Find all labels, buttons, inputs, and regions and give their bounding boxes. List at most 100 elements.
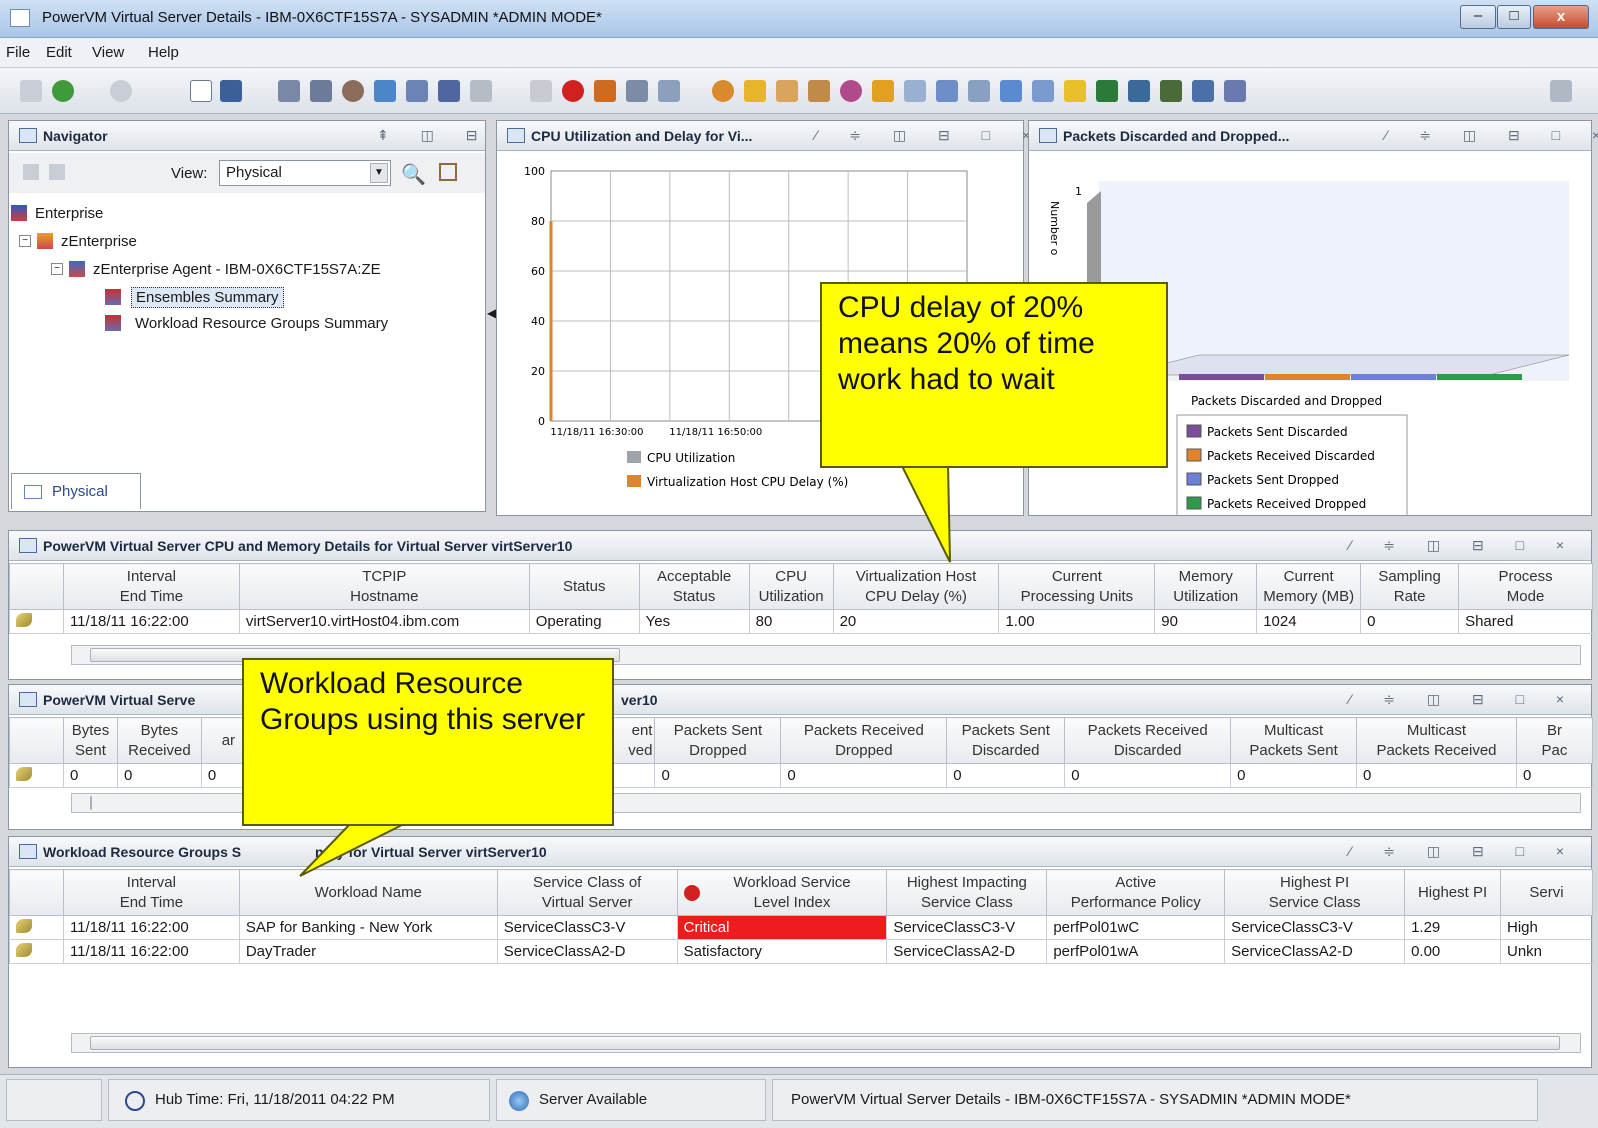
column-header[interactable]: TCPIP Hostname xyxy=(238,563,530,610)
menu-help[interactable]: Help xyxy=(148,44,179,61)
nav-back-icon[interactable] xyxy=(23,164,39,180)
panel-controls[interactable]: ⁄ ≑ ◫ ⊟ □ × xyxy=(1385,127,1598,144)
hierarchy-icon[interactable] xyxy=(1160,80,1182,102)
scroll-thumb[interactable] xyxy=(90,796,92,810)
link-icon[interactable] xyxy=(16,918,32,933)
column-header[interactable]: Highest PI Service Class xyxy=(1224,869,1406,916)
column-header[interactable]: Bytes Sent xyxy=(62,717,118,764)
column-header[interactable]: Workload Name xyxy=(238,869,498,916)
column-header[interactable]: Active Performance Policy xyxy=(1046,869,1226,916)
tree-ensembles-summary[interactable]: Ensembles Summary xyxy=(131,287,284,308)
column-header[interactable]: Current Processing Units xyxy=(998,563,1156,610)
column-header[interactable]: Multicast Packets Received xyxy=(1356,717,1517,764)
situation-icon[interactable] xyxy=(1128,80,1150,102)
column-header[interactable]: Interval End Time xyxy=(62,869,240,916)
alert-icon[interactable] xyxy=(683,884,700,901)
bar-chart-icon[interactable] xyxy=(744,80,766,102)
minimize-button[interactable]: – xyxy=(1460,5,1496,29)
nav-copy-icon[interactable] xyxy=(49,164,65,180)
panel-controls[interactable]: ⁄ ≑ ◫ ⊟ □ × xyxy=(815,127,1044,144)
pause-icon[interactable] xyxy=(530,80,552,102)
column-header[interactable]: Packets Received Discarded xyxy=(1064,717,1232,764)
monitor-icon[interactable] xyxy=(1096,80,1118,102)
workspace-icon[interactable] xyxy=(278,80,300,102)
tree-zenterprise[interactable]: zEnterprise xyxy=(61,233,137,250)
column-header[interactable] xyxy=(9,869,64,916)
column-header[interactable]: Highest Impacting Service Class xyxy=(886,869,1048,916)
column-header[interactable] xyxy=(9,717,64,764)
column-header[interactable]: Packets Received Dropped xyxy=(780,717,948,764)
lightning-icon[interactable] xyxy=(1064,80,1086,102)
column-header[interactable] xyxy=(9,563,64,610)
back-icon[interactable] xyxy=(52,80,74,102)
column-header[interactable]: Highest PI xyxy=(1404,869,1501,916)
column-header[interactable]: Virtualization Host CPU Delay (%) xyxy=(832,563,1000,610)
gauge-icon[interactable] xyxy=(840,80,862,102)
column-header[interactable]: Memory Utilization xyxy=(1154,563,1258,610)
column-header[interactable]: Br Pac xyxy=(1515,717,1594,764)
properties-icon[interactable] xyxy=(342,80,364,102)
column-header[interactable]: Interval End Time xyxy=(62,563,240,610)
topology-icon[interactable] xyxy=(1032,80,1054,102)
stop-icon[interactable] xyxy=(562,80,584,102)
column-header[interactable]: Status xyxy=(528,563,640,610)
column-header[interactable]: Bytes Received xyxy=(116,717,202,764)
restore-icon[interactable] xyxy=(1550,80,1572,102)
chevron-down-icon[interactable]: ▼ xyxy=(370,163,388,183)
link-icon[interactable] xyxy=(16,766,32,781)
tree-workload-resource-groups[interactable]: Workload Resource Groups Summary xyxy=(135,315,388,332)
tool-icon[interactable] xyxy=(658,80,680,102)
view-icon[interactable] xyxy=(374,80,396,102)
new-icon[interactable] xyxy=(190,80,212,102)
tab-physical[interactable]: Physical xyxy=(11,473,141,509)
refresh-icon[interactable] xyxy=(20,80,42,102)
event-icon[interactable] xyxy=(968,80,990,102)
save-icon[interactable] xyxy=(220,80,242,102)
plot-chart-icon[interactable] xyxy=(808,80,830,102)
table-row[interactable]: 11/18/11 16:22:00 virtServer10.virtHost04… xyxy=(9,609,1593,634)
column-header[interactable]: CPU Utilization xyxy=(748,563,834,610)
link-icon[interactable] xyxy=(16,942,32,957)
column-header[interactable]: Sampling Rate xyxy=(1360,563,1460,610)
column-header[interactable]: Service Class of Virtual Server xyxy=(496,869,678,916)
column-header[interactable]: Multicast Packets Sent xyxy=(1230,717,1358,764)
close-button[interactable]: x xyxy=(1533,5,1589,29)
search-icon[interactable]: 🔍 xyxy=(401,162,426,187)
menu-edit[interactable]: Edit xyxy=(46,44,72,61)
area-chart-icon[interactable] xyxy=(776,80,798,102)
collapse-icon[interactable]: − xyxy=(19,235,31,247)
column-header[interactable]: Process Mode xyxy=(1458,563,1593,610)
link-icon[interactable] xyxy=(16,612,32,627)
navigator-controls[interactable]: ⇞ ◫ ⊟ xyxy=(377,127,491,144)
view-select[interactable]: Physical ▼ xyxy=(219,160,391,186)
table-icon[interactable] xyxy=(626,80,648,102)
link-icon[interactable] xyxy=(438,80,460,102)
maximize-button[interactable]: □ xyxy=(1497,5,1531,29)
browser-icon[interactable] xyxy=(904,80,926,102)
column-header[interactable]: Servi xyxy=(1500,869,1593,916)
table-row[interactable]: 11/18/11 16:22:00 DayTrader ServiceClassA2… xyxy=(9,939,1593,964)
column-header[interactable]: Packets Sent Discarded xyxy=(946,717,1066,764)
tree-enterprise[interactable]: Enterprise xyxy=(35,205,103,222)
table-row[interactable]: 11/18/11 16:22:00 SAP for Banking - New Y… xyxy=(9,915,1593,940)
report-icon[interactable] xyxy=(1224,80,1246,102)
splitter-arrow-icon[interactable]: ◀ xyxy=(487,306,496,320)
menu-file[interactable]: File xyxy=(6,44,30,61)
column-header[interactable]: Workload Service Level Index xyxy=(676,869,888,916)
panel-controls[interactable]: ⁄ ≑ ◫ ⊟ □ × xyxy=(1349,537,1578,554)
edit-workspace-icon[interactable] xyxy=(310,80,332,102)
layout-icon[interactable] xyxy=(1192,80,1214,102)
panel-controls[interactable]: ⁄ ≑ ◫ ⊟ □ × xyxy=(1349,691,1578,708)
notepad-icon[interactable] xyxy=(872,80,894,102)
launch-icon[interactable] xyxy=(594,80,616,102)
menu-view[interactable]: View xyxy=(92,44,124,61)
edit-icon[interactable] xyxy=(439,163,457,181)
panel-controls[interactable]: ⁄ ≑ ◫ ⊟ □ × xyxy=(1349,843,1578,860)
grid-icon[interactable] xyxy=(470,80,492,102)
users-icon[interactable] xyxy=(406,80,428,102)
horizontal-scrollbar[interactable] xyxy=(71,1033,1581,1053)
collapse-icon[interactable]: − xyxy=(51,263,63,275)
graphic-view-icon[interactable] xyxy=(1000,80,1022,102)
column-header[interactable]: Current Memory (MB) xyxy=(1256,563,1362,610)
forward-icon[interactable] xyxy=(110,80,132,102)
